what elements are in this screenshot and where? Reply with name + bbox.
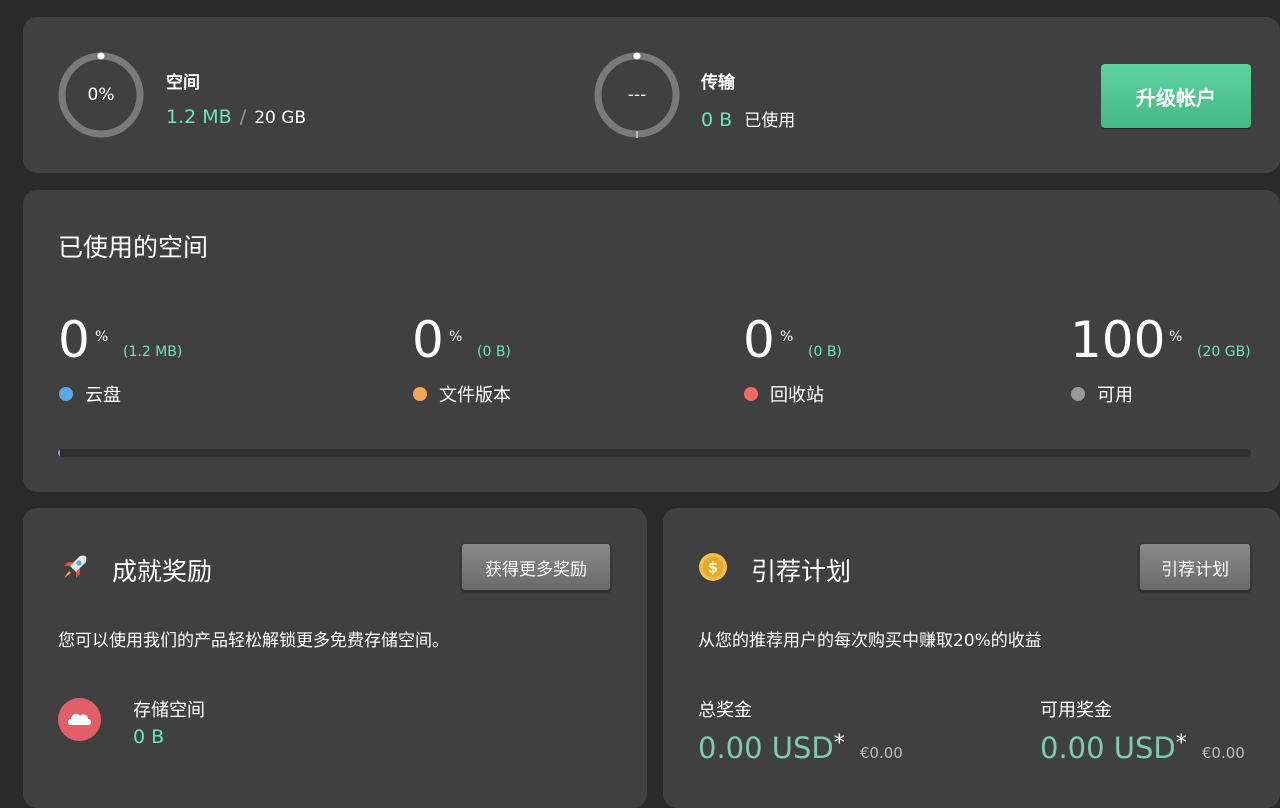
transfer-suffix: 已使用 (744, 111, 796, 131)
file-versions-percent: 0 (412, 311, 444, 369)
usage-title: 已使用的空间 (58, 233, 209, 262)
referral-description: 从您的推荐用户的每次购买中赚取20%的收益 (698, 631, 1042, 651)
available-label: 可用 (1097, 385, 1133, 406)
available-bonus-value: 0.00 USD (1040, 731, 1176, 765)
get-more-rewards-button[interactable]: 获得更多奖励 (461, 543, 611, 591)
referral-program-button[interactable]: 引荐计划 (1139, 543, 1251, 591)
space-ring-text: 0% (87, 85, 115, 105)
total-bonus: 0.00 USD* €0.00 (698, 731, 903, 765)
available-percent-unit: % (1169, 329, 1183, 345)
space-separator: / (239, 106, 247, 128)
space-label: 空间 (166, 73, 200, 93)
transfer-label: 传输 (701, 73, 735, 93)
recycle-bin-size: (0 B) (808, 344, 842, 360)
available-bonus-label: 可用奖金 (1040, 700, 1112, 721)
cloud-drive-percent: 0 (58, 311, 90, 369)
total-bonus-star: * (833, 731, 845, 756)
transfer-used: 0 B (701, 109, 733, 131)
cloud-drive-label: 云盘 (85, 385, 121, 406)
recycle-bin-dot (744, 387, 758, 401)
space-usage: 1.2 MB / 20 GB (166, 106, 306, 128)
available-bonus-star: * (1175, 731, 1187, 756)
available-bonus-eur: €0.00 (1201, 744, 1245, 762)
available-bonus: 0.00 USD* €0.00 (1040, 731, 1245, 765)
cloud-drive-size: (1.2 MB) (123, 344, 183, 360)
space-progress-ring: 0% (56, 50, 146, 140)
storage-value: 0 B (133, 726, 165, 748)
storage-cloud-icon (58, 698, 101, 741)
cloud-drive-percent-unit: % (95, 329, 109, 345)
space-used: 1.2 MB (166, 106, 232, 128)
cloud-drive-dot (59, 387, 73, 401)
total-bonus-eur: €0.00 (859, 744, 903, 762)
recycle-bin-percent: 0 (743, 311, 775, 369)
file-versions-size: (0 B) (477, 344, 511, 360)
achievements-title: 成就奖励 (112, 557, 213, 586)
coin-icon: $ (698, 552, 728, 582)
referral-title: 引荐计划 (751, 557, 852, 586)
cloud-drive-legend: 云盘 (59, 381, 121, 407)
transfer-progress-ring: --- (592, 50, 682, 140)
svg-text:$: $ (708, 559, 718, 577)
file-versions-legend: 文件版本 (413, 381, 511, 407)
file-versions-dot (413, 387, 427, 401)
recycle-bin-label: 回收站 (770, 385, 824, 406)
available-dot (1071, 387, 1085, 401)
available-size: (20 GB) (1197, 344, 1251, 360)
usage-bar-fill (58, 449, 60, 457)
upgrade-account-button[interactable]: 升级帐户 (1101, 64, 1251, 128)
available-legend: 可用 (1071, 381, 1133, 407)
usage-bar (58, 449, 1251, 457)
total-bonus-label: 总奖金 (698, 700, 752, 721)
file-versions-label: 文件版本 (439, 385, 511, 406)
transfer-ring-text: --- (627, 85, 647, 105)
achievements-description: 您可以使用我们的产品轻松解锁更多免费存储空间。 (58, 631, 449, 651)
space-total: 20 GB (254, 108, 307, 128)
rocket-icon (58, 552, 90, 584)
available-percent: 100 (1070, 311, 1166, 369)
total-bonus-value: 0.00 USD (698, 731, 834, 765)
file-versions-percent-unit: % (449, 329, 463, 345)
recycle-bin-percent-unit: % (780, 329, 794, 345)
transfer-usage: 0 B 已使用 (701, 106, 795, 131)
recycle-bin-legend: 回收站 (744, 381, 824, 407)
storage-label: 存储空间 (133, 700, 205, 721)
